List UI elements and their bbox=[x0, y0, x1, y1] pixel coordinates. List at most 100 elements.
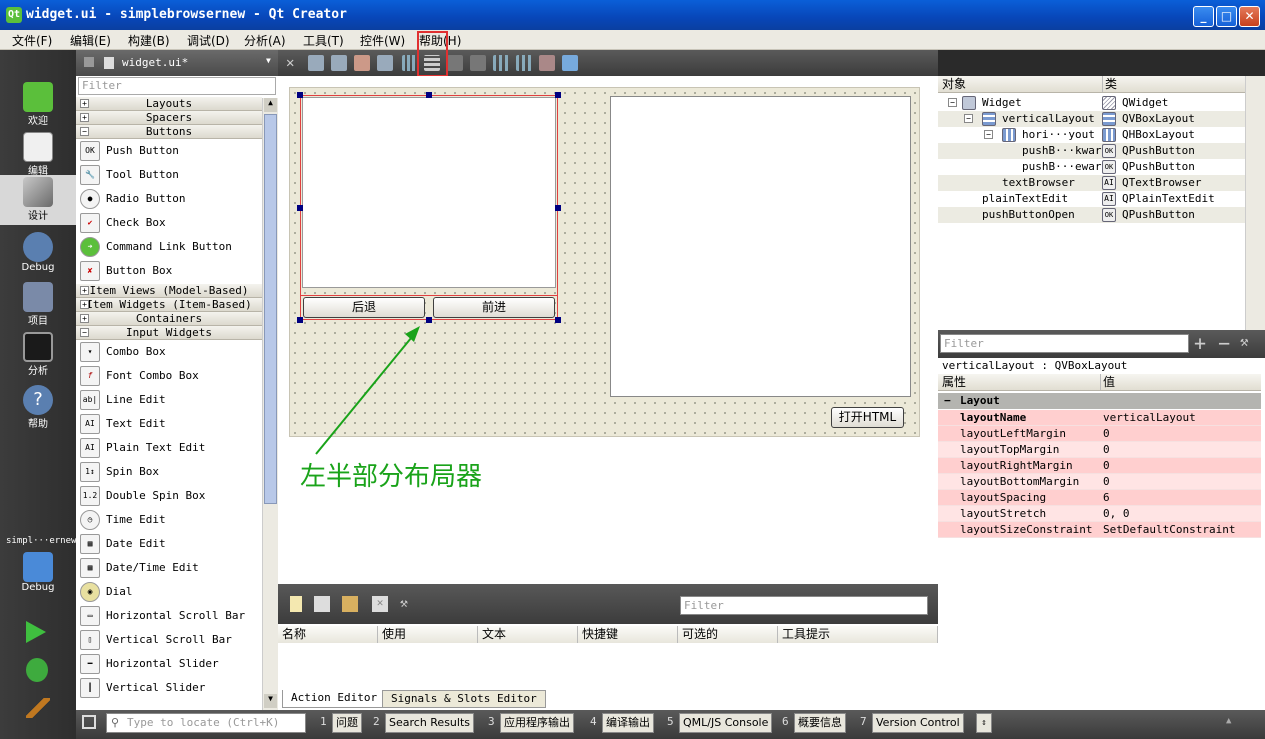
wrench-icon[interactable]: ⚒ bbox=[400, 596, 418, 612]
pane-app-output[interactable]: 应用程序输出 bbox=[500, 713, 574, 733]
widget-item[interactable]: ● Radio Button bbox=[76, 187, 262, 211]
open-html-button[interactable]: 打开HTML bbox=[831, 407, 904, 428]
column-header[interactable]: 快捷键 bbox=[578, 626, 678, 643]
property-filter-input[interactable]: Filter bbox=[940, 334, 1189, 353]
property-row[interactable]: layoutSpacing 6 bbox=[938, 490, 1261, 506]
copy-icon[interactable] bbox=[314, 596, 330, 612]
tree-row-push-backward[interactable]: pushB···kward OK QPushButton bbox=[938, 143, 1245, 159]
collapse-icon[interactable]: − bbox=[984, 130, 993, 139]
scroll-down-icon[interactable]: ▼ bbox=[264, 694, 277, 708]
resize-handle[interactable] bbox=[297, 205, 303, 211]
widget-item[interactable]: ━ Horizontal Slider bbox=[76, 652, 262, 676]
wrench-icon[interactable]: ⚒ bbox=[1240, 334, 1248, 350]
build-hammer-icon[interactable] bbox=[26, 698, 50, 718]
property-row[interactable]: layoutTopMargin 0 bbox=[938, 442, 1261, 458]
property-section[interactable]: − Layout bbox=[938, 393, 1261, 409]
pane-issues[interactable]: 问题 bbox=[332, 713, 362, 733]
scroll-thumb[interactable] bbox=[264, 114, 277, 504]
tree-row-text-browser[interactable]: textBrowser AI QTextBrowser bbox=[938, 175, 1245, 191]
layout-splitter-h-icon[interactable] bbox=[447, 55, 463, 71]
widget-item[interactable]: ab| Line Edit bbox=[76, 388, 262, 412]
break-layout-icon[interactable] bbox=[539, 55, 555, 71]
close-button[interactable]: ✕ bbox=[1239, 6, 1260, 27]
layout-splitter-v-icon[interactable] bbox=[470, 55, 486, 71]
widget-item[interactable]: 🔧 Tool Button bbox=[76, 163, 262, 187]
mode-welcome[interactable]: 欢迎 bbox=[0, 80, 76, 128]
resize-handle[interactable] bbox=[555, 317, 561, 323]
menu-file[interactable]: 文件(F) bbox=[12, 32, 52, 49]
menu-edit[interactable]: 编辑(E) bbox=[70, 32, 111, 49]
widget-item[interactable]: ▦ Date/Time Edit bbox=[76, 556, 262, 580]
pane-general-messages[interactable]: 概要信息 bbox=[794, 713, 846, 733]
widget-item[interactable]: ➜ Command Link Button bbox=[76, 235, 262, 259]
resize-handle[interactable] bbox=[426, 92, 432, 98]
collapse-icon[interactable]: − bbox=[944, 393, 951, 409]
delete-icon[interactable]: ✕ bbox=[372, 596, 388, 612]
tab-action-editor[interactable]: Action Editor bbox=[282, 690, 387, 708]
mode-help[interactable]: ? 帮助 bbox=[0, 383, 76, 431]
plain-text-edit-widget[interactable] bbox=[302, 97, 556, 288]
resize-handle[interactable] bbox=[297, 92, 303, 98]
widget-item[interactable]: ◷ Time Edit bbox=[76, 508, 262, 532]
resize-handle[interactable] bbox=[555, 92, 561, 98]
widget-item[interactable]: ▯ Vertical Scroll Bar bbox=[76, 628, 262, 652]
layout-horizontal-icon[interactable] bbox=[402, 55, 418, 71]
tree-row-vertical-layout[interactable]: − verticalLayout QVBoxLayout bbox=[938, 111, 1245, 127]
tree-row-push-forward[interactable]: pushB···eward OK QPushButton bbox=[938, 159, 1245, 175]
column-header[interactable]: 文本 bbox=[478, 626, 578, 643]
category-input-widgets[interactable]: − Input Widgets bbox=[76, 326, 262, 340]
widget-item[interactable]: ✔ Check Box bbox=[76, 211, 262, 235]
remove-property-icon[interactable]: − bbox=[1218, 331, 1230, 355]
menu-build[interactable]: 构建(B) bbox=[128, 32, 170, 49]
collapse-icon[interactable]: − bbox=[964, 114, 973, 123]
paste-icon[interactable] bbox=[342, 596, 358, 612]
action-filter-input[interactable]: Filter bbox=[680, 596, 928, 615]
category-containers[interactable]: + Containers bbox=[76, 312, 262, 326]
category-layouts[interactable]: + Layouts bbox=[76, 97, 262, 111]
adjust-size-icon[interactable] bbox=[562, 55, 578, 71]
sidebar-toggle-icon[interactable] bbox=[82, 715, 96, 729]
back-button[interactable]: 后退 bbox=[303, 297, 425, 318]
menu-widgets[interactable]: 控件(W) bbox=[360, 32, 405, 49]
add-property-icon[interactable]: + bbox=[1194, 331, 1206, 355]
widget-item[interactable]: 1.2 Double Spin Box bbox=[76, 484, 262, 508]
minimize-button[interactable]: _ bbox=[1193, 6, 1214, 27]
property-row[interactable]: layoutName verticalLayout bbox=[938, 410, 1261, 426]
widget-item[interactable]: AI Text Edit bbox=[76, 412, 262, 436]
column-header[interactable]: 使用 bbox=[378, 626, 478, 643]
category-spacers[interactable]: + Spacers bbox=[76, 111, 262, 125]
category-item-views[interactable]: + Item Views (Model-Based) bbox=[76, 284, 262, 298]
edit-signals-icon[interactable] bbox=[331, 55, 347, 71]
widget-item[interactable]: AI Plain Text Edit bbox=[76, 436, 262, 460]
locator-input[interactable]: ⚲ Type to locate (Ctrl+K) bbox=[106, 713, 306, 733]
edit-buddies-icon[interactable] bbox=[354, 55, 370, 71]
property-row[interactable]: layoutStretch 0, 0 bbox=[938, 506, 1261, 522]
forward-button[interactable]: 前进 bbox=[433, 297, 555, 318]
maximize-button[interactable]: □ bbox=[1216, 6, 1237, 27]
widget-box-scrollbar[interactable]: ▲ ▼ bbox=[262, 98, 278, 710]
tree-row-widget[interactable]: − Widget QWidget bbox=[938, 95, 1245, 111]
collapse-icon[interactable]: − bbox=[948, 98, 957, 107]
category-item-widgets[interactable]: + Item Widgets (Item-Based) bbox=[76, 298, 262, 312]
tree-row-plain-text-edit[interactable]: plainTextEdit AI QPlainTextEdit bbox=[938, 191, 1245, 207]
more-panes-icon[interactable]: ⇕ bbox=[976, 713, 992, 733]
edit-widgets-icon[interactable] bbox=[308, 55, 324, 71]
mode-projects[interactable]: 项目 bbox=[0, 280, 76, 328]
pane-qml-console[interactable]: QML/JS Console bbox=[679, 713, 773, 733]
tree-row-horizontal-layout[interactable]: − hori···yout QHBoxLayout bbox=[938, 127, 1245, 143]
current-file[interactable]: widget.ui* bbox=[122, 56, 188, 69]
widget-item[interactable]: ✘ Button Box bbox=[76, 259, 262, 283]
menu-debug[interactable]: 调试(D) bbox=[187, 32, 230, 49]
column-header[interactable]: 名称 bbox=[278, 626, 378, 643]
debug-run-icon[interactable] bbox=[26, 658, 48, 682]
mode-design[interactable]: 设计 bbox=[0, 175, 76, 225]
column-header[interactable]: 工具提示 bbox=[778, 626, 938, 643]
category-buttons[interactable]: − Buttons bbox=[76, 125, 262, 139]
pane-compile-output[interactable]: 编译输出 bbox=[602, 713, 654, 733]
kit-selector[interactable]: Debug bbox=[0, 550, 76, 598]
mode-debug[interactable]: Debug bbox=[0, 230, 76, 278]
close-editor-icon[interactable]: ✕ bbox=[286, 55, 302, 71]
layout-grid-icon[interactable] bbox=[516, 55, 532, 71]
widget-item[interactable]: ◉ Dial bbox=[76, 580, 262, 604]
widget-item[interactable]: 1↕ Spin Box bbox=[76, 460, 262, 484]
